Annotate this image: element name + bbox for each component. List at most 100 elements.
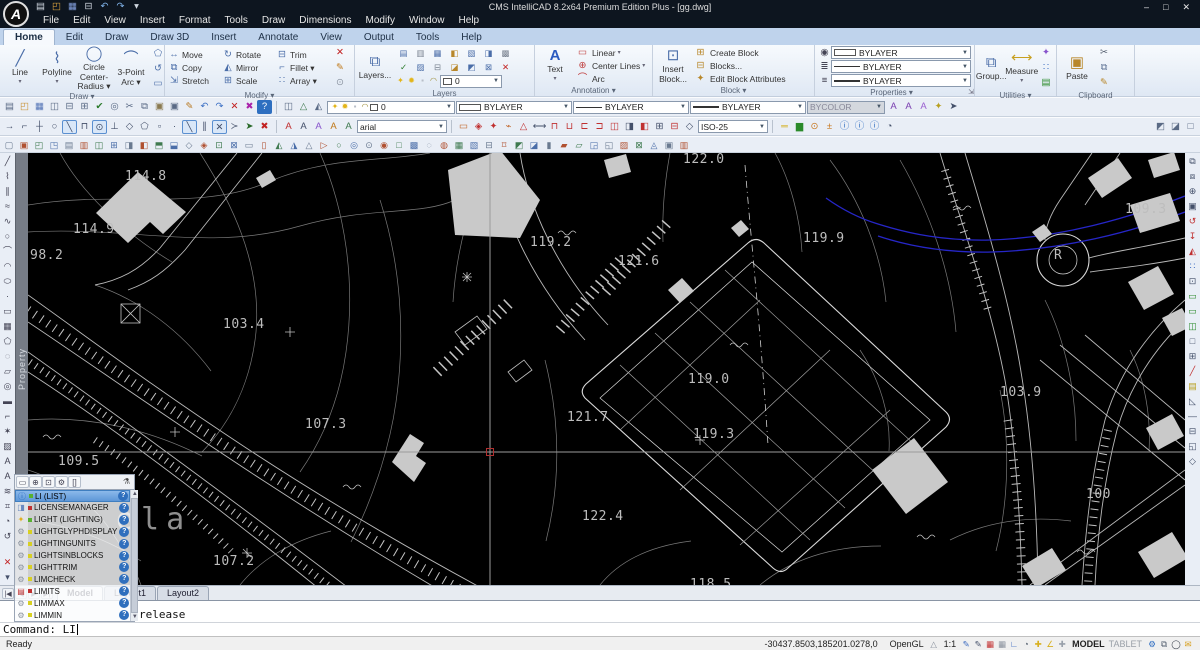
modify-button[interactable]: ↔Move	[168, 48, 222, 62]
command-suggestion[interactable]: ⚙ LIMMIN ?	[15, 609, 130, 621]
layer-state-icon[interactable]: ✦	[395, 74, 406, 88]
paste-button[interactable]: ▣ Paste	[1060, 55, 1094, 81]
layer-tool-icon[interactable]: ✓	[397, 61, 410, 73]
tool-icon[interactable]: ⊞	[107, 138, 121, 152]
toolbar-icon[interactable]: ✖	[242, 100, 257, 114]
command-suggestion[interactable]: ⚙ LIGHTGLYPHDISPLAY ?	[15, 526, 130, 538]
modify-tool-icon[interactable]: ↺	[1186, 214, 1199, 229]
layout-tab[interactable]: Layout2	[157, 586, 209, 600]
draw-tool-icon[interactable]: ▬	[1, 394, 14, 409]
modify-tool-icon[interactable]: ⧉	[1186, 154, 1199, 169]
draw-tool-icon[interactable]: ▦	[1, 319, 14, 334]
snap-icon[interactable]: →	[2, 120, 17, 134]
tool-icon[interactable]: ▤	[62, 138, 76, 152]
utilities-group-label[interactable]: Utilities ▾	[975, 91, 1056, 101]
properties-group-label[interactable]: Properties ▾ ⇲	[815, 88, 974, 98]
help-icon[interactable]: ?	[119, 598, 129, 608]
toolbar-control-icon[interactable]: ▾	[1, 570, 14, 585]
tool-icon[interactable]: △	[302, 138, 316, 152]
dimstyle-combo[interactable]: ISO-25 ▼	[698, 120, 768, 133]
command-suggestion[interactable]: ◨ LICENSEMANAGER ?	[15, 502, 130, 514]
linetype-control[interactable]: ≣ BYLAYER ▼	[818, 60, 971, 73]
draw-tool-icon[interactable]: ✶	[1, 424, 14, 439]
toolbar-icon[interactable]: ⊟	[62, 100, 77, 114]
modify-button[interactable]: ⌐Fillet ▾	[276, 61, 330, 75]
snap-icon[interactable]: ·	[167, 120, 182, 134]
menu-item[interactable]: Dimensions	[292, 14, 358, 28]
tool-icon[interactable]: ◭	[272, 138, 286, 152]
menu-item[interactable]: Edit	[66, 14, 97, 28]
scroll-down-icon[interactable]: ▼	[132, 614, 138, 620]
modify-tool-icon[interactable]: ◫	[1186, 319, 1199, 334]
help-icon[interactable]: ?	[119, 515, 129, 525]
modify-tool-icon[interactable]: ⧈	[1186, 169, 1199, 184]
tool-icon[interactable]: ▣	[662, 138, 676, 152]
polyline-button[interactable]: ⌇ Polyline ▾	[40, 51, 74, 87]
command-suggestion[interactable]: ✦ LIGHT (LIGHTING) ?	[15, 514, 130, 526]
draw-tool-icon[interactable]: △	[516, 120, 531, 134]
draw-tool-icon[interactable]: ⬭	[1, 274, 14, 289]
modify-tool-icon[interactable]: ⊟	[1186, 424, 1199, 439]
snap-icon[interactable]: ⊓	[77, 120, 92, 134]
modify-button[interactable]: ∷Array ▾	[276, 74, 330, 88]
modify-tool-icon[interactable]: □	[1186, 334, 1199, 349]
quick-access-icon[interactable]: ▤	[34, 0, 47, 14]
toolbar-icon[interactable]: ↷	[212, 100, 227, 114]
style-icon[interactable]: ➤	[946, 100, 961, 114]
coordinates-readout[interactable]: -30437.8503,185201.0278,0	[765, 639, 878, 649]
status-toggle-icon[interactable]: ∠	[1044, 638, 1056, 650]
tool-icon[interactable]: ⬒	[152, 138, 166, 152]
text-style-icon[interactable]: A	[311, 120, 326, 134]
tool-icon[interactable]: ◱	[602, 138, 616, 152]
popup-tool-icon[interactable]: []	[68, 476, 81, 488]
ribbon-tab[interactable]: Draw	[94, 30, 139, 45]
group-button[interactable]: ⧉ Group...	[978, 55, 1004, 81]
layer-tool-icon[interactable]: ◨	[482, 47, 495, 59]
modify-side-icon[interactable]: ✕	[333, 46, 347, 60]
utility-icon[interactable]: ∷	[1039, 61, 1053, 75]
clipboard-icon[interactable]: ✂	[1097, 46, 1111, 60]
scroll-up-icon[interactable]: ▲	[132, 491, 138, 497]
minimize-button[interactable]: –	[1144, 2, 1149, 13]
status-toggle-icon[interactable]: ◔	[1020, 638, 1032, 650]
layer-tool-icon[interactable]: ▦	[431, 47, 444, 59]
snap-icon[interactable]: ⊙	[92, 120, 107, 134]
color-control[interactable]: ◉ BYLAYER ▼	[818, 46, 971, 59]
ribbon-tab[interactable]: Tools	[405, 30, 450, 45]
block-button[interactable]: ⊞Create Block	[693, 46, 786, 59]
draw-tool-icon[interactable]: ◌	[1, 349, 14, 364]
block-button[interactable]: ✦Edit Block Attributes	[693, 72, 786, 85]
draw-tool-icon[interactable]: ▭	[456, 120, 471, 134]
status-toggle-icon[interactable]: ✚	[1056, 638, 1068, 650]
ribbon-tab[interactable]: Insert	[200, 30, 247, 45]
dimension-icon[interactable]: ⊓	[547, 120, 562, 134]
help-icon[interactable]: ?	[119, 551, 129, 561]
block-group-label[interactable]: Block ▾	[653, 86, 814, 96]
layer-tool-icon[interactable]: ◪	[448, 61, 461, 73]
snap-icon[interactable]: ○	[47, 120, 62, 134]
dimension-icon[interactable]: ◨	[622, 120, 637, 134]
modify-tool-icon[interactable]: ▭	[1186, 289, 1199, 304]
tool-icon[interactable]: ▥	[677, 138, 691, 152]
toolbar-icon[interactable]: ↶	[197, 100, 212, 114]
tool-icon[interactable]: ◍	[437, 138, 451, 152]
popup-tool-icon[interactable]: ⚗	[120, 476, 133, 488]
style-icon[interactable]: A	[901, 100, 916, 114]
layer-tool-icon[interactable]: ◭	[311, 100, 326, 114]
draw-tool-icon[interactable]: ◎	[1, 379, 14, 394]
lineweight-control[interactable]: ≡ BYLAYER ▼	[818, 74, 971, 87]
tool-icon[interactable]: ◧	[137, 138, 151, 152]
modify-button[interactable]: ⊟Trim	[276, 48, 330, 62]
snap-icon[interactable]: ┼	[32, 120, 47, 134]
snap-icon[interactable]: ✕	[212, 120, 227, 134]
menu-item[interactable]: Draw	[255, 14, 292, 28]
quick-access-icon[interactable]: ▾	[130, 0, 143, 14]
draw-side-icon[interactable]: ▭	[151, 77, 165, 91]
text-button[interactable]: A Text ▾	[538, 48, 572, 84]
draw-tool-icon[interactable]: ≋	[1, 484, 14, 499]
dimension-icon[interactable]: ◧	[637, 120, 652, 134]
modify-tool-icon[interactable]: ↧	[1186, 229, 1199, 244]
dim-tool-icon[interactable]: ⊙	[807, 120, 822, 134]
snap-icon[interactable]: ⊥	[107, 120, 122, 134]
tool-icon[interactable]: ▢	[2, 138, 16, 152]
